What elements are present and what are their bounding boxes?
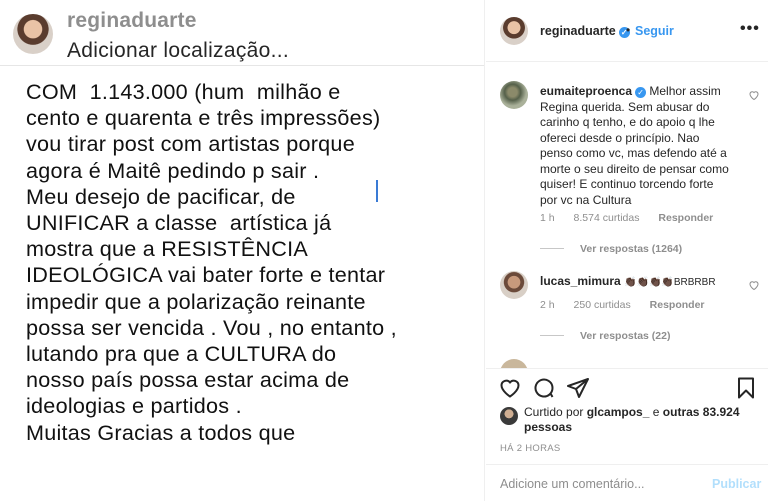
more-options-icon[interactable]: ••• — [740, 20, 760, 38]
liked-by-avatar[interactable] — [500, 407, 518, 425]
view-replies-label[interactable]: Ver respostas (22) — [580, 330, 670, 342]
liked-by-row: Curtido por glcampos_ e outras 83.924 pe… — [500, 404, 762, 438]
liked-by-prefix: Curtido por — [524, 405, 584, 419]
heart-icon[interactable] — [748, 279, 760, 291]
comment-username[interactable]: lucas_mimura — [540, 274, 621, 288]
comment-likes[interactable]: 250 curtidas — [574, 299, 631, 311]
post-image[interactable]: reginaduarte Adicionar localização... CO… — [0, 0, 485, 501]
view-replies-button[interactable]: Ver respostas (1264) — [540, 243, 682, 255]
share-send-icon[interactable] — [566, 376, 590, 400]
liked-by-user[interactable]: glcampos_ — [587, 405, 650, 419]
replies-dash — [540, 248, 564, 249]
comment-username[interactable]: eumaiteproenca — [540, 84, 632, 98]
comment-input[interactable] — [500, 474, 700, 494]
story-header: reginaduarte Adicionar localização... — [0, 0, 484, 66]
story-username: reginaduarte — [67, 9, 197, 32]
comments-list[interactable]: eumaiteproenca ✓ Melhor assim Regina quer… — [486, 63, 768, 368]
story-location: Adicionar localização... — [67, 39, 289, 62]
separator-dot: • — [626, 23, 631, 37]
comment-time: 1 h — [540, 212, 555, 224]
reply-button[interactable]: Responder — [658, 212, 713, 224]
author-username-text[interactable]: reginaduarte — [540, 24, 616, 38]
reply-button[interactable]: Responder — [650, 299, 705, 311]
comment-bubble-icon[interactable] — [532, 376, 556, 400]
author-avatar[interactable] — [500, 17, 528, 45]
comment-text: 👏🏿👏🏿👏🏿👏🏿BRBRBR — [624, 277, 716, 288]
verified-badge-icon: ✓ — [635, 87, 647, 98]
story-avatar — [13, 14, 53, 54]
post-timestamp[interactable]: HÁ 2 HORAS — [500, 443, 561, 454]
comment-meta: 2 h 250 curtidas Responder — [540, 299, 721, 311]
comment-time: 2 h — [540, 299, 555, 311]
comment-body: eumaiteproenca ✓ Melhor assim Regina quer… — [540, 84, 730, 208]
heart-icon[interactable] — [748, 89, 760, 101]
text-cursor — [376, 180, 378, 202]
comment-likes[interactable]: 8.574 curtidas — [574, 212, 640, 224]
comment-item: eumaiteproenca ✓ Melhor assim Regina quer… — [500, 81, 762, 261]
post-header: reginaduarte ✓ • Seguir ••• — [486, 0, 768, 62]
view-replies-label[interactable]: Ver respostas (1264) — [580, 243, 682, 255]
comment-meta: 1 h 8.574 curtidas Responder — [540, 212, 729, 224]
comment-text: Melhor assim Regina querida. Sem abusar … — [540, 84, 729, 207]
liked-by-text[interactable]: Curtido por glcampos_ e outras 83.924 pe… — [524, 405, 764, 435]
composer-divider — [486, 464, 768, 465]
post-panel: reginaduarte ✓ • Seguir ••• eumaiteproenc… — [486, 0, 768, 501]
comment-avatar[interactable] — [500, 271, 528, 299]
like-heart-icon[interactable] — [498, 376, 522, 400]
view-replies-button[interactable]: Ver respostas (22) — [540, 330, 670, 342]
comment-avatar[interactable] — [500, 81, 528, 109]
publish-button[interactable]: Publicar — [712, 477, 761, 491]
story-text: COM 1.143.000 (hum milhão e cento e quar… — [26, 79, 397, 445]
comment-body: lucas_mimura 👏🏿👏🏿👏🏿👏🏿BRBRBR — [540, 274, 730, 291]
author-username[interactable]: reginaduarte ✓ — [540, 24, 630, 38]
actions-divider — [486, 368, 768, 369]
liked-by-connector: e — [652, 405, 660, 419]
comment-item: lucas_mimura 👏🏿👏🏿👏🏿👏🏿BRBRBR 2 h 250 curt… — [500, 271, 762, 361]
save-bookmark-icon[interactable] — [734, 376, 758, 400]
follow-button[interactable]: Seguir — [635, 24, 674, 38]
replies-dash — [540, 335, 564, 336]
